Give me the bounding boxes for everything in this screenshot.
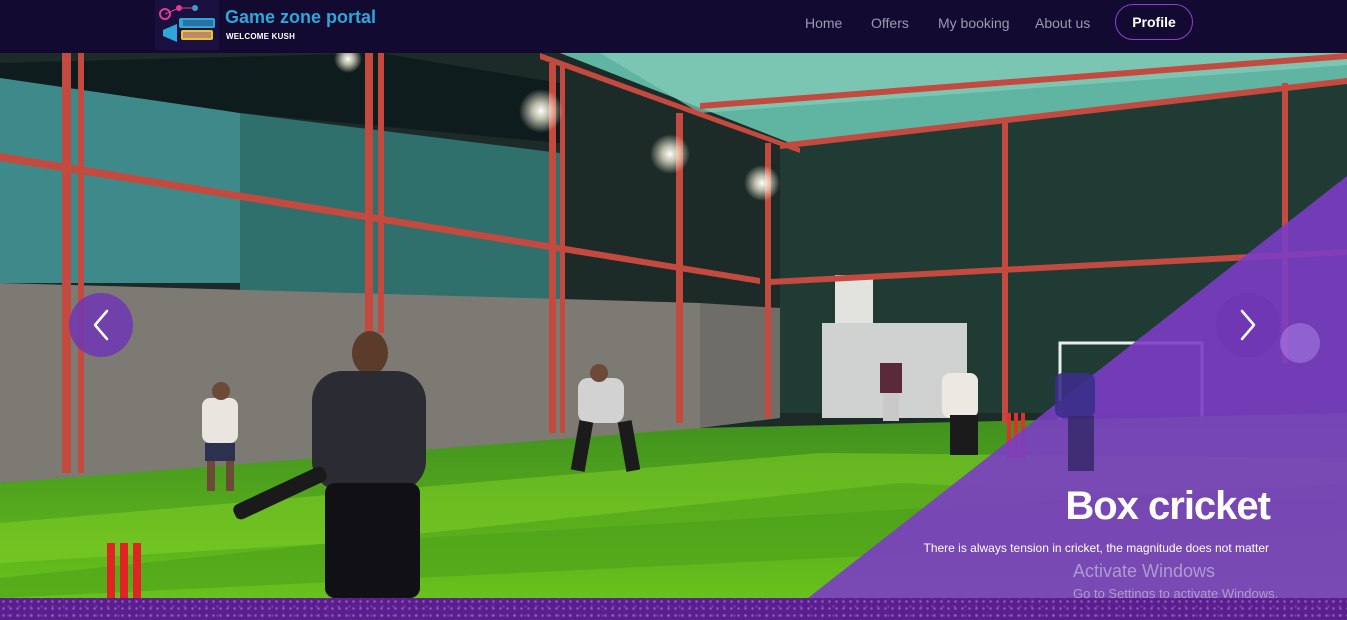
top-navbar: Game zone portal WELCOME KUSH Home Offer… <box>0 0 1347 53</box>
chevron-left-icon <box>93 309 109 341</box>
activate-windows-watermark-subtitle: Go to Settings to activate Windows. <box>1073 586 1279 598</box>
brand-title[interactable]: Game zone portal <box>225 7 376 28</box>
nav-link-my-booking[interactable]: My booking <box>938 15 1010 31</box>
game-zone-logo-icon[interactable] <box>155 0 219 50</box>
chevron-right-icon <box>1240 309 1256 341</box>
slide-title: Box cricket <box>1065 484 1271 528</box>
slide-caption: There is always tension in cricket, the … <box>923 541 1269 555</box>
carousel-next-button[interactable] <box>1216 293 1280 357</box>
carousel-prev-button[interactable] <box>69 293 133 357</box>
welcome-text: WELCOME KUSH <box>226 32 296 41</box>
activate-windows-watermark-title: Activate Windows <box>1073 561 1216 581</box>
nav-link-home[interactable]: Home <box>805 15 842 31</box>
profile-button[interactable]: Profile <box>1115 4 1193 40</box>
nav-link-offers[interactable]: Offers <box>871 15 909 31</box>
hero-carousel: Box cricket There is always tension in c… <box>0 53 1347 598</box>
decorative-pixel-strip <box>0 598 1347 620</box>
nav-link-about-us[interactable]: About us <box>1035 15 1090 31</box>
